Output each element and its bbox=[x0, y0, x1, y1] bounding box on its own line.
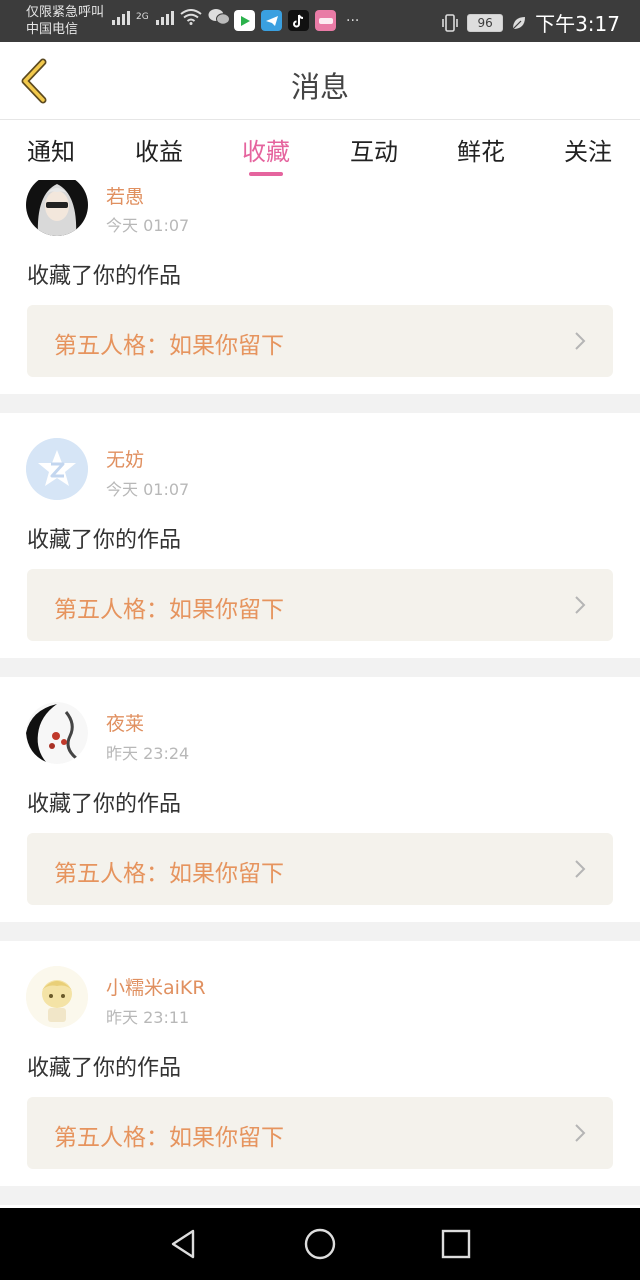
username-link[interactable]: 夜莱 bbox=[106, 709, 144, 736]
chevron-right-icon bbox=[575, 596, 586, 614]
notification-card: 夜莱 昨天 23:24 收藏了你的作品 第五人格：如果你留下 bbox=[0, 677, 640, 922]
tab-following[interactable]: 关注 bbox=[564, 132, 612, 167]
status-right: 96 下午3:17 bbox=[441, 8, 620, 37]
chevron-right-icon bbox=[575, 1124, 586, 1142]
notification-feed[interactable]: 若愚 今天 01:07 收藏了你的作品 第五人格：如果你留下 无妨 今天 01:… bbox=[0, 180, 640, 1208]
notification-card: 若愚 今天 01:07 收藏了你的作品 第五人格：如果你留下 bbox=[0, 180, 640, 394]
app-header: 消息 bbox=[0, 42, 640, 120]
avatar[interactable] bbox=[26, 966, 88, 1028]
vibrate-icon bbox=[442, 13, 458, 32]
work-link[interactable]: 第五人格：如果你留下 bbox=[27, 569, 613, 641]
work-title: 第五人格：如果你留下 bbox=[54, 333, 284, 359]
tab-interactions[interactable]: 互动 bbox=[350, 132, 398, 167]
chevron-right-icon bbox=[575, 860, 586, 878]
work-link[interactable]: 第五人格：如果你留下 bbox=[27, 305, 613, 377]
wifi-icon bbox=[180, 9, 202, 25]
work-title: 第五人格：如果你留下 bbox=[54, 861, 284, 887]
action-text: 收藏了你的作品 bbox=[27, 1056, 182, 1081]
tab-earnings[interactable]: 收益 bbox=[135, 132, 183, 167]
default-avatar-icon bbox=[26, 438, 88, 500]
work-link[interactable]: 第五人格：如果你留下 bbox=[27, 833, 613, 905]
signal-icon bbox=[112, 9, 130, 25]
tab-favorites[interactable]: 收藏 bbox=[242, 132, 290, 167]
action-text: 收藏了你的作品 bbox=[27, 528, 182, 553]
notification-card: 无妨 今天 01:07 收藏了你的作品 第五人格：如果你留下 bbox=[0, 413, 640, 658]
leaf-icon bbox=[512, 16, 526, 29]
battery-icon: 96 bbox=[467, 13, 504, 32]
timestamp: 昨天 23:11 bbox=[106, 1008, 190, 1027]
signal-icon bbox=[155, 9, 174, 25]
signal-indicators: 2G bbox=[112, 8, 230, 26]
chevron-right-icon bbox=[575, 332, 586, 350]
work-title: 第五人格：如果你留下 bbox=[54, 1125, 284, 1151]
username-link[interactable]: 无妨 bbox=[106, 445, 144, 472]
wechat-icon bbox=[208, 9, 230, 25]
square-recents-icon[interactable] bbox=[438, 1226, 474, 1262]
avatar[interactable] bbox=[26, 702, 88, 764]
triangle-back-icon[interactable] bbox=[165, 1226, 201, 1262]
tab-notifications[interactable]: 通知 bbox=[27, 132, 75, 167]
category-tabs: 通知 收益 收藏 互动 鲜花 关注 bbox=[0, 120, 640, 180]
lofter-app-icon bbox=[315, 10, 336, 31]
carrier-info: 仅限紧急呼叫 中国电信 bbox=[26, 4, 104, 38]
tab-flowers[interactable]: 鲜花 bbox=[457, 132, 505, 167]
action-text: 收藏了你的作品 bbox=[27, 792, 182, 817]
avatar-image bbox=[26, 966, 88, 1028]
page-title: 消息 bbox=[290, 70, 349, 104]
timestamp: 今天 01:07 bbox=[106, 216, 190, 235]
carrier-name: 中国电信 bbox=[26, 22, 79, 37]
notification-app-icons: ··· bbox=[234, 10, 359, 31]
username-link[interactable]: 小糯米aiKR bbox=[106, 973, 206, 1000]
avatar-image bbox=[26, 702, 88, 764]
video-app-icon bbox=[234, 10, 255, 31]
action-text: 收藏了你的作品 bbox=[27, 264, 182, 289]
active-tab-indicator bbox=[249, 172, 283, 176]
status-bar: 仅限紧急呼叫 中国电信 2G ··· 96 下午3:17 bbox=[0, 0, 640, 42]
avatar[interactable] bbox=[26, 180, 88, 236]
clock: 下午3:17 bbox=[535, 12, 620, 36]
circle-home-icon[interactable] bbox=[302, 1226, 338, 1262]
network-type: 2G bbox=[136, 12, 149, 22]
avatar[interactable] bbox=[26, 438, 88, 500]
timestamp: 今天 01:07 bbox=[106, 480, 190, 499]
username-link[interactable]: 若愚 bbox=[106, 182, 144, 209]
more-notifications: ··· bbox=[346, 12, 360, 29]
system-nav-bar bbox=[0, 1208, 640, 1280]
tiktok-icon bbox=[288, 10, 309, 31]
battery-level: 96 bbox=[477, 15, 493, 30]
telegram-icon bbox=[261, 10, 282, 31]
timestamp: 昨天 23:24 bbox=[106, 744, 190, 763]
work-link[interactable]: 第五人格：如果你留下 bbox=[27, 1097, 613, 1169]
avatar-image bbox=[26, 180, 88, 236]
work-title: 第五人格：如果你留下 bbox=[54, 597, 284, 623]
notification-card: 小糯米aiKR 昨天 23:11 收藏了你的作品 第五人格：如果你留下 bbox=[0, 941, 640, 1186]
carrier-emergency-text: 仅限紧急呼叫 bbox=[26, 5, 105, 20]
